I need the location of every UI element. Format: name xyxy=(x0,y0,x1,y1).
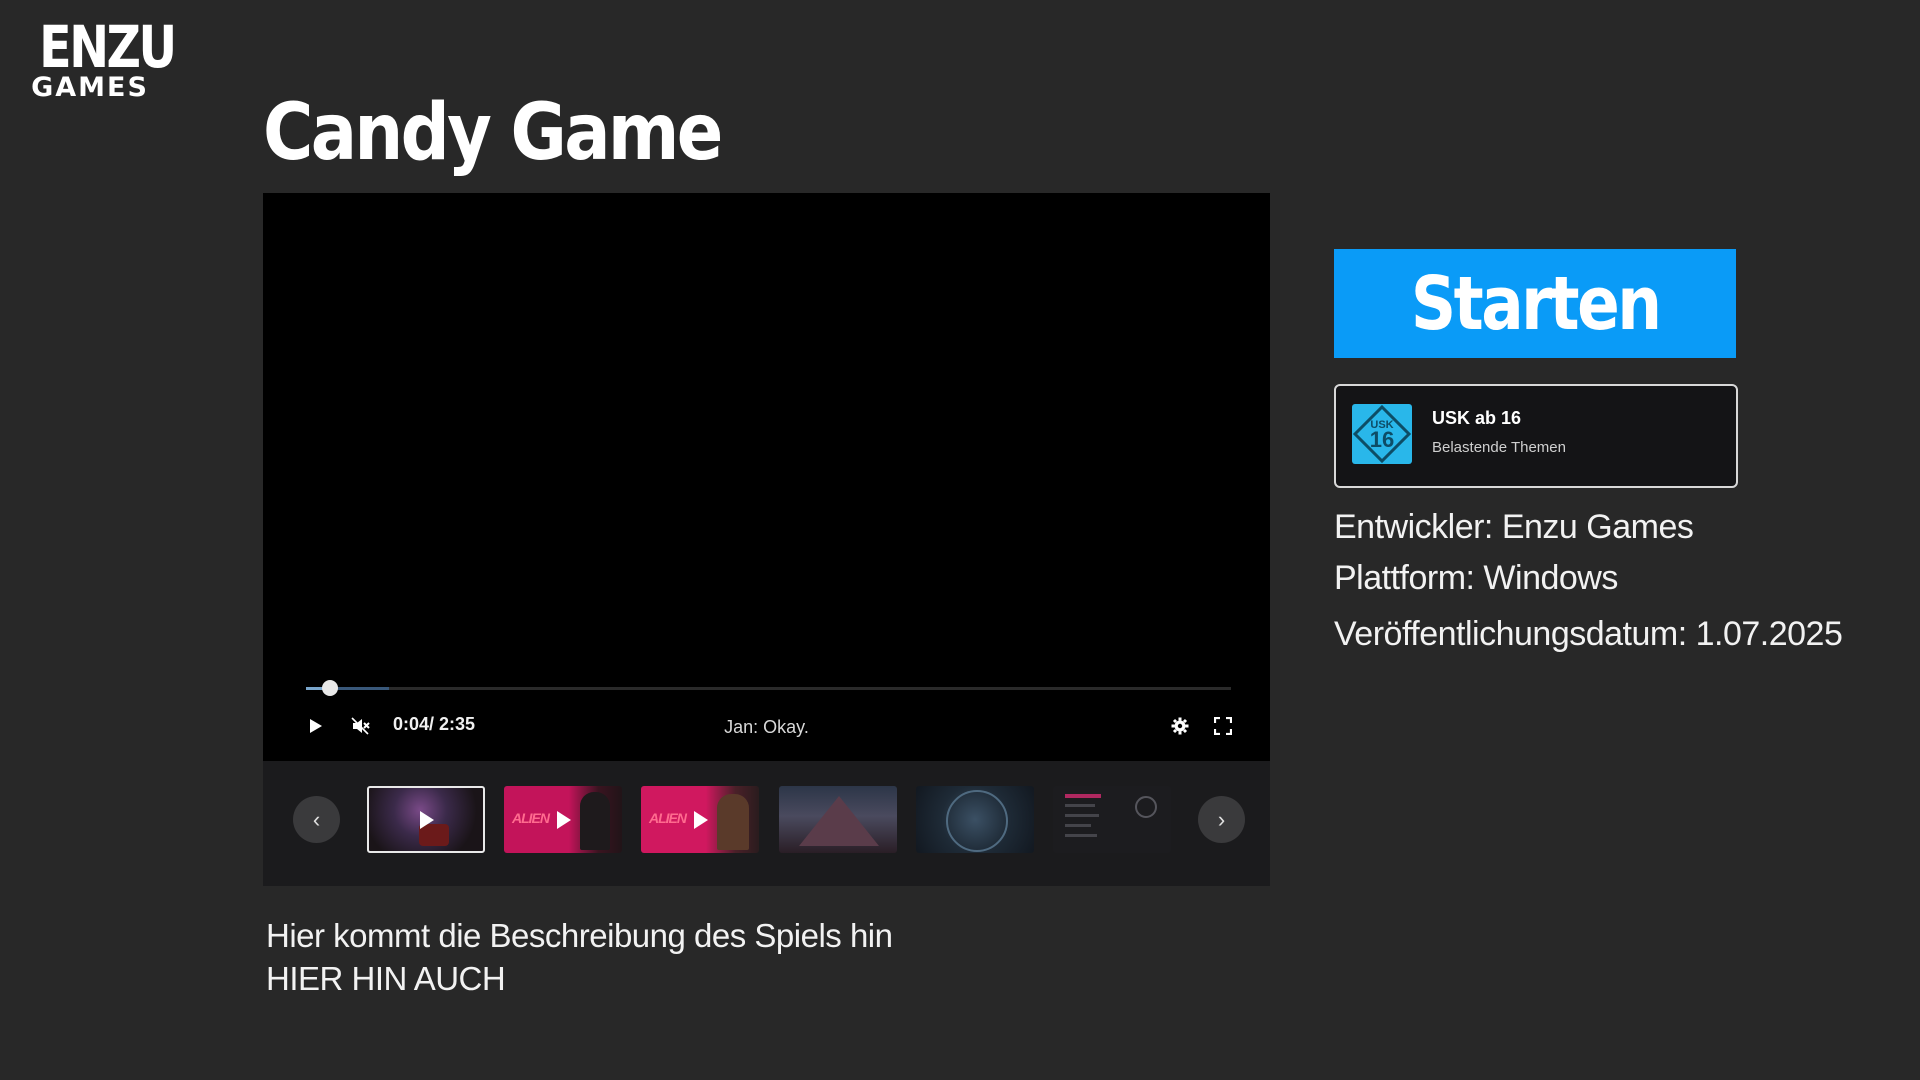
thumbnail-caption: ALIEN xyxy=(649,810,687,826)
video-progress-bar[interactable] xyxy=(306,680,1231,696)
gallery-thumbnail[interactable] xyxy=(367,786,485,853)
game-description: Hier kommt die Beschreibung des Spiels h… xyxy=(266,914,893,1000)
gear-icon xyxy=(1171,717,1189,735)
age-rating-title: USK ab 16 xyxy=(1432,408,1522,428)
play-icon xyxy=(420,810,434,829)
gallery-prev-button[interactable]: ‹ xyxy=(293,796,340,843)
progress-scrubber-handle[interactable] xyxy=(322,680,339,696)
play-icon xyxy=(694,810,708,829)
gallery-thumbnail[interactable]: ALIEN xyxy=(504,786,622,853)
logo-wordmark-top: ENZU xyxy=(39,13,177,81)
gallery-thumbnail[interactable]: ALIEN xyxy=(641,786,759,853)
thumbnail-caption: ALIEN xyxy=(512,810,550,826)
gallery-thumbnail[interactable] xyxy=(916,786,1034,853)
game-title: Candy Game xyxy=(263,88,723,178)
video-subtitle: Jan: Okay. xyxy=(724,717,809,737)
release-date-info: Veröffentlichungsdatum: 1.07.2025 xyxy=(1334,615,1843,653)
age-rating-card: USK 16 USK ab 16 Belastende Themen xyxy=(1334,384,1738,488)
usk-rating-icon: USK 16 xyxy=(1352,404,1412,464)
description-line: HIER HIN AUCH xyxy=(266,960,506,997)
media-gallery: ‹ ALIEN ALIEN › xyxy=(263,761,1270,886)
brand-logo: ENZU GAMES xyxy=(28,13,177,101)
start-button-label: Starten xyxy=(1410,260,1662,347)
developer-info: Entwickler: Enzu Games xyxy=(1334,508,1694,546)
platform-info: Plattform: Windows xyxy=(1334,559,1618,597)
gallery-thumbnail[interactable] xyxy=(779,786,897,853)
fullscreen-button[interactable] xyxy=(1210,713,1236,739)
settings-button[interactable] xyxy=(1167,713,1193,739)
start-game-button[interactable]: Starten xyxy=(1334,249,1736,358)
usk-badge-number: 16 xyxy=(1370,427,1394,452)
video-player[interactable]: 0:04/ 2:35 Jan: Okay. xyxy=(263,193,1270,761)
age-rating-descriptor: Belastende Themen xyxy=(1432,439,1566,456)
description-line: Hier kommt die Beschreibung des Spiels h… xyxy=(266,917,893,954)
gallery-next-button[interactable]: › xyxy=(1198,796,1245,843)
fullscreen-icon xyxy=(1214,717,1232,735)
play-icon xyxy=(557,810,571,829)
gallery-thumbnail[interactable] xyxy=(1053,786,1171,853)
